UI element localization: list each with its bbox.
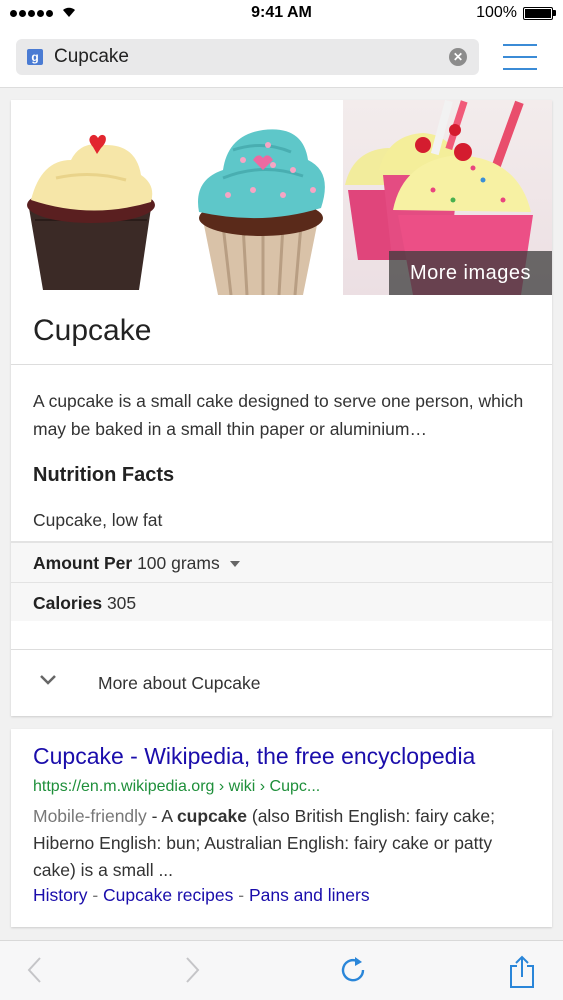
divider [11, 364, 552, 365]
sitelink-separator: - [87, 885, 104, 905]
amount-per-row[interactable]: Amount Per 100 grams [33, 553, 240, 574]
more-images-button[interactable]: More images [389, 251, 552, 295]
calories-label: Calories [33, 593, 103, 613]
forward-icon[interactable] [183, 955, 201, 985]
nutrition-table: Amount Per 100 grams Calories 305 [11, 541, 552, 621]
menu-button[interactable] [503, 44, 537, 70]
row-divider [11, 582, 552, 583]
nutrition-heading: Nutrition Facts [33, 464, 175, 486]
reload-icon[interactable] [339, 955, 369, 985]
status-bar: 9:41 AM 100% [0, 0, 563, 28]
google-badge-icon: g [27, 49, 43, 65]
snippet-highlight: cupcake [176, 806, 247, 826]
amount-label: Amount Per [33, 553, 133, 573]
battery-icon [523, 7, 553, 20]
sitelink-cupcake-recipes[interactable]: Cupcake recipes [103, 885, 233, 905]
cupcake-image-3[interactable]: More images [343, 100, 552, 295]
browser-toolbar [0, 940, 563, 1000]
sitelink-separator: - [233, 885, 249, 905]
result-url: https://en.m.wikipedia.org › wiki › Cupc… [33, 778, 321, 795]
sitelink-history[interactable]: History [33, 885, 87, 905]
cupcake-image-2[interactable] [173, 100, 343, 295]
search-header: g ✕ [0, 28, 563, 88]
more-about-label: More about Cupcake [98, 673, 261, 693]
chevron-down-icon [40, 675, 56, 685]
entity-title: Cupcake [33, 314, 152, 347]
clear-search-button[interactable]: ✕ [449, 48, 467, 66]
sitelinks: History - Cupcake recipes - Pans and lin… [33, 885, 370, 906]
knowledge-card: More images Cupcake A cupcake is a small… [11, 100, 552, 716]
mobile-friendly-label: Mobile-friendly [33, 806, 147, 826]
image-strip[interactable]: More images [11, 100, 552, 295]
amount-value: 100 grams [137, 553, 220, 573]
share-icon[interactable] [508, 955, 536, 989]
back-icon[interactable] [26, 955, 44, 985]
result-title-link[interactable]: Cupcake - Wikipedia, the free encycloped… [33, 743, 475, 770]
calories-value: 305 [106, 593, 137, 613]
entity-description[interactable]: A cupcake is a small cake designed to se… [33, 387, 538, 443]
search-box[interactable]: g ✕ [16, 39, 479, 75]
search-result: Cupcake - Wikipedia, the free encycloped… [11, 729, 552, 927]
calories-row: Calories 305 [33, 593, 136, 614]
cupcake-image-1[interactable] [11, 100, 173, 295]
sitelink-pans-and-liners[interactable]: Pans and liners [249, 885, 370, 905]
snippet-text: - A [146, 806, 177, 826]
dropdown-caret-icon[interactable] [229, 561, 240, 568]
more-about-button[interactable]: More about Cupcake [11, 650, 552, 716]
nutrition-subject: Cupcake, low fat [33, 510, 163, 530]
battery-percentage: 100% [476, 4, 517, 21]
result-snippet: Mobile-friendly - A cupcake (also Britis… [33, 803, 538, 884]
battery-tip [553, 10, 556, 16]
search-input[interactable] [54, 39, 434, 75]
